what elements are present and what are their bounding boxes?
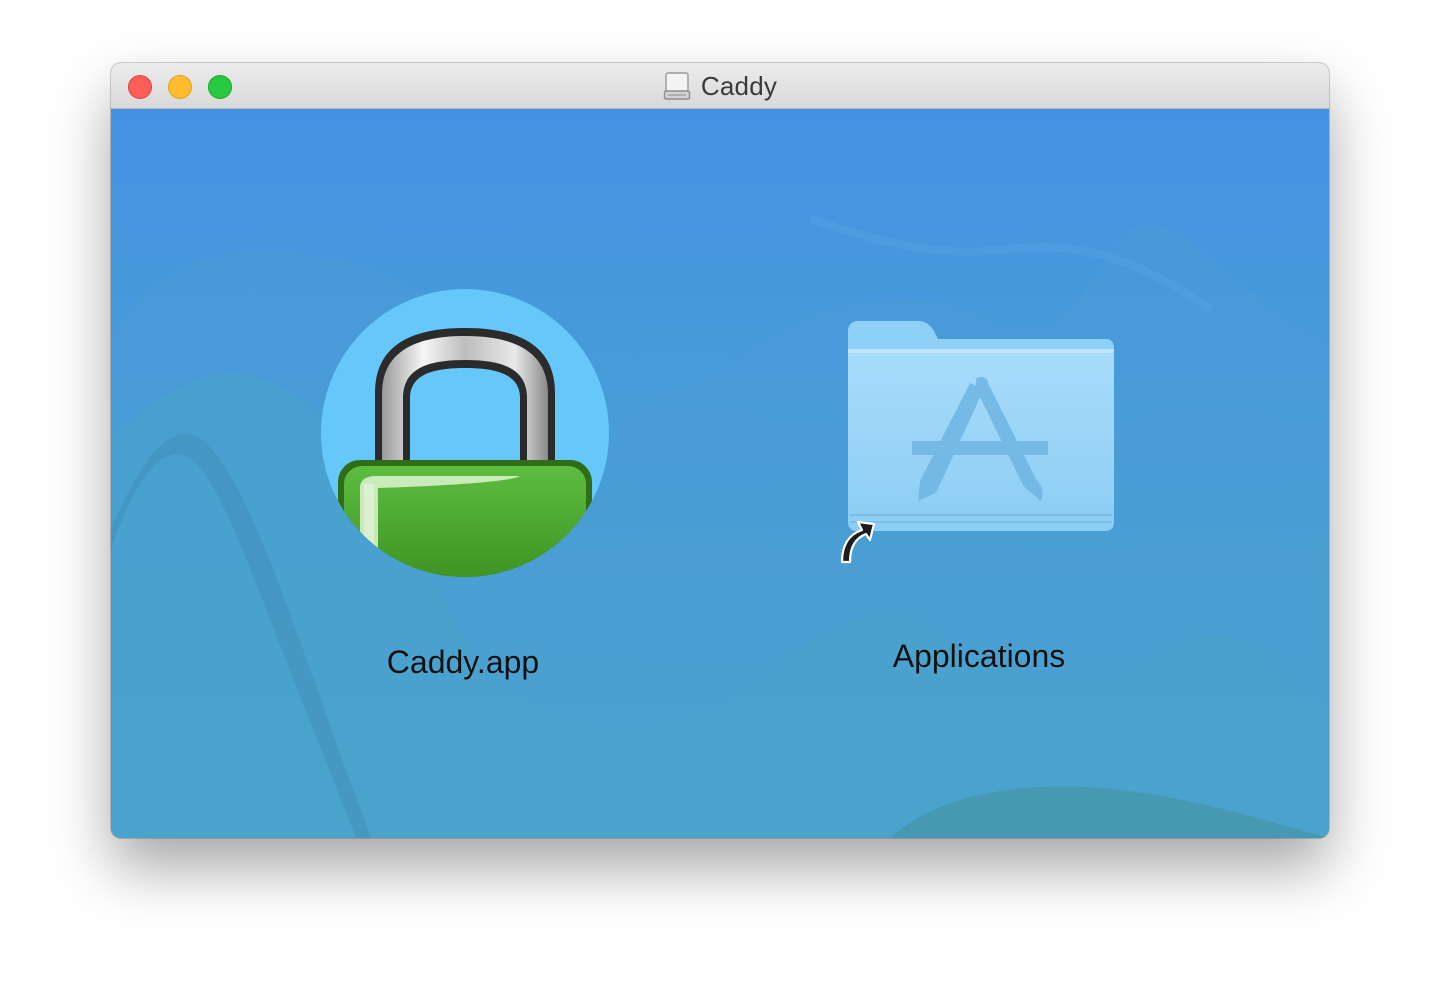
disk-image-icon — [663, 72, 691, 100]
window-title-text: Caddy — [700, 70, 778, 101]
title-bar[interactable]: Caddy — [111, 63, 1329, 109]
applications-label[interactable]: Applications — [893, 638, 1066, 675]
window-title: Caddy — [111, 63, 1329, 109]
padlock-icon[interactable] — [320, 288, 610, 578]
background-wallpaper — [111, 109, 1329, 838]
applications-folder-icon[interactable] — [838, 319, 1128, 569]
dmg-window: Caddy Caddy.app Applications — [111, 63, 1329, 838]
caddy-app-label[interactable]: Caddy.app — [387, 644, 539, 681]
window-content: Caddy.app Applications — [111, 109, 1329, 838]
alias-arrow-icon — [840, 520, 876, 564]
